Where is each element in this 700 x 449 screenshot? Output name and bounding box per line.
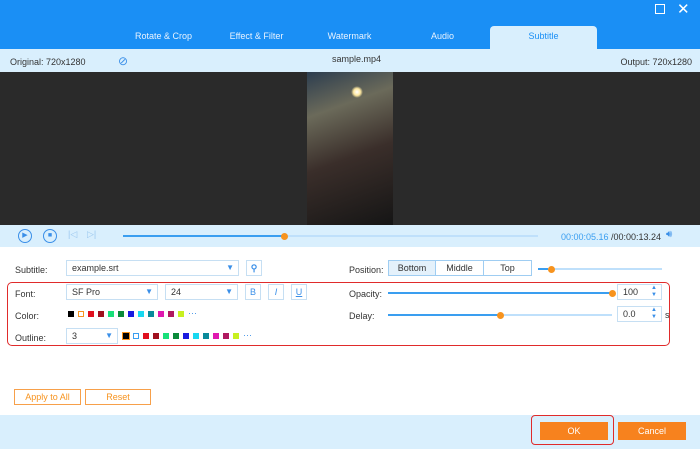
swatch[interactable] — [98, 310, 104, 317]
swatch[interactable] — [88, 310, 94, 317]
delay-label: Delay: — [349, 311, 375, 321]
swatch[interactable] — [233, 332, 239, 339]
swatch[interactable] — [158, 310, 164, 317]
subtitle-file-select[interactable]: example.srt ▼ — [66, 260, 239, 276]
color-label: Color: — [15, 311, 40, 321]
position-group: Bottom Middle Top — [388, 260, 532, 276]
tab-effect-filter[interactable]: Effect & Filter — [203, 26, 310, 49]
swatch[interactable] — [173, 332, 179, 339]
seek-handle[interactable] — [281, 232, 289, 240]
swatch[interactable] — [183, 332, 189, 339]
swatch[interactable] — [122, 331, 130, 340]
swatch[interactable] — [213, 332, 219, 339]
swatch[interactable] — [168, 310, 174, 317]
swatch[interactable] — [193, 332, 199, 339]
spinner-icon[interactable]: ▲ ▼ — [651, 285, 657, 299]
bottom-bar: OK Cancel — [0, 415, 700, 449]
opacity-input[interactable]: 100 ▲ ▼ — [617, 284, 662, 300]
play-icon[interactable]: ▶ — [18, 229, 32, 243]
outline-swatches: ··· — [122, 330, 252, 340]
stop-icon[interactable]: ■ — [43, 229, 57, 243]
position-middle[interactable]: Middle — [436, 260, 484, 276]
font-label: Font: — [15, 289, 36, 299]
chevron-down-icon: ▼ — [105, 331, 113, 340]
swatch[interactable] — [203, 332, 209, 339]
maximize-icon[interactable] — [655, 4, 665, 14]
font-size-select[interactable]: 24 ▼ — [165, 284, 238, 300]
opacity-label: Opacity: — [349, 289, 383, 299]
chevron-down-icon: ▼ — [226, 263, 234, 272]
video-frame — [307, 72, 393, 225]
spinner-icon[interactable]: ▲ ▼ — [651, 307, 657, 321]
tab-watermark[interactable]: Watermark — [296, 26, 403, 49]
swatch[interactable] — [78, 310, 84, 317]
subtitle-file-value: example.srt — [72, 263, 119, 273]
eye-hidden-icon[interactable]: ⊘ — [118, 54, 128, 68]
swatch[interactable] — [223, 332, 229, 339]
outline-label: Outline: — [15, 333, 47, 343]
original-resolution: Original: 720x1280 — [10, 57, 86, 67]
font-family-select[interactable]: SF Pro ▼ — [66, 284, 158, 300]
swatch[interactable] — [118, 310, 124, 317]
tab-audio[interactable]: Audio — [389, 26, 496, 49]
position-slider[interactable] — [538, 268, 662, 270]
file-name: sample.mp4 — [332, 54, 382, 64]
italic-button[interactable]: I — [268, 284, 284, 300]
swatch[interactable] — [153, 332, 159, 339]
chevron-down-icon: ▼ — [225, 287, 233, 296]
previous-frame-icon[interactable]: |◁ — [68, 229, 77, 240]
swatch[interactable] — [128, 310, 134, 317]
close-icon[interactable]: ✕ — [677, 0, 690, 18]
font-family-value: SF Pro — [72, 287, 101, 297]
info-bar: Original: 720x1280 ⊘ sample.mp4 Output: … — [0, 49, 700, 72]
outline-value: 3 — [72, 331, 78, 341]
seek-bar[interactable] — [123, 235, 538, 237]
font-size-value: 24 — [171, 287, 182, 297]
subtitle-label: Subtitle: — [15, 265, 48, 275]
volume-icon[interactable]: 🔊︎ — [666, 229, 672, 240]
title-bar: ✕ Rotate & Crop Effect & Filter Watermar… — [0, 0, 700, 49]
opacity-slider[interactable] — [388, 292, 612, 294]
delay-handle[interactable] — [496, 311, 504, 319]
swatch[interactable] — [108, 310, 114, 317]
current-time: 00:00:05.16 — [561, 232, 609, 242]
swatch[interactable] — [143, 332, 149, 339]
underline-button[interactable]: U — [291, 284, 307, 300]
position-label: Position: — [349, 265, 384, 275]
delay-input[interactable]: 0.0 ▲ ▼ — [617, 306, 662, 322]
ok-button[interactable]: OK — [540, 422, 608, 440]
position-top[interactable]: Top — [484, 260, 532, 276]
more-colors-icon[interactable]: ··· — [243, 330, 252, 340]
swatch[interactable] — [178, 310, 184, 317]
swatch[interactable] — [148, 310, 154, 317]
swatch[interactable] — [68, 310, 74, 317]
color-swatches: ··· — [68, 308, 197, 318]
position-bottom[interactable]: Bottom — [388, 260, 436, 276]
swatch[interactable] — [163, 332, 169, 339]
delay-unit: s — [665, 310, 670, 320]
next-frame-icon[interactable]: ▷| — [87, 229, 96, 240]
opacity-handle[interactable] — [608, 289, 616, 297]
swatch[interactable] — [138, 310, 144, 317]
delay-value: 0.0 — [623, 309, 636, 319]
tab-subtitle[interactable]: Subtitle — [490, 26, 597, 49]
cancel-button[interactable]: Cancel — [618, 422, 686, 440]
swatch[interactable] — [133, 332, 139, 339]
apply-to-all-button[interactable]: Apply to All — [14, 389, 81, 405]
bold-button[interactable]: B — [245, 284, 261, 300]
output-resolution: Output: 720x1280 — [620, 57, 692, 67]
more-colors-icon[interactable]: ··· — [188, 308, 197, 318]
tab-rotate-crop[interactable]: Rotate & Crop — [110, 26, 217, 49]
chevron-down-icon: ▼ — [145, 287, 153, 296]
opacity-value: 100 — [623, 287, 639, 297]
reset-button[interactable]: Reset — [85, 389, 151, 405]
search-icon[interactable]: ⚲ — [246, 260, 262, 276]
outline-select[interactable]: 3 ▼ — [66, 328, 118, 344]
playback-controls: ▶ ■ |◁ ▷| 00:00:05.16 /00:00:13.24 🔊︎ — [0, 225, 700, 247]
position-handle[interactable] — [548, 265, 555, 273]
total-time: /00:00:13.24 — [611, 232, 662, 242]
